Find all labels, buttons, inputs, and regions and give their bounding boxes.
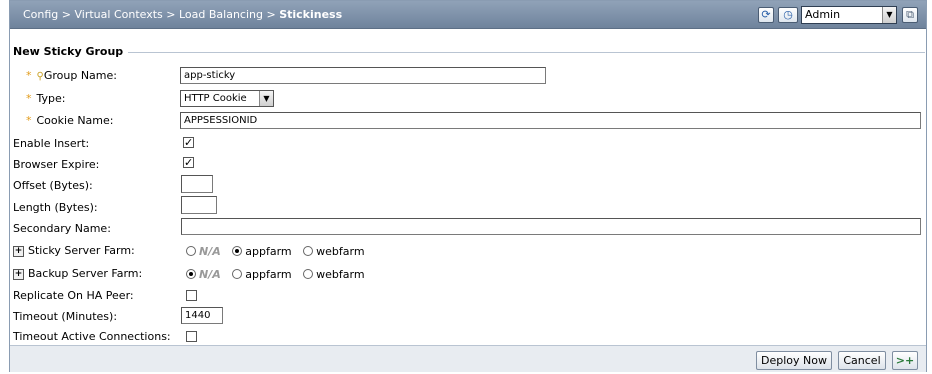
sticky-farm-appfarm-radio[interactable] xyxy=(232,246,243,256)
required-marker: * xyxy=(26,114,32,127)
legend-divider xyxy=(128,52,925,53)
enable-insert-checkbox[interactable]: ✓ xyxy=(183,137,194,148)
breadcrumb-current: Stickiness xyxy=(279,8,343,21)
sticky-farm-appfarm-label: appfarm xyxy=(245,244,292,258)
replicate-ha-checkbox[interactable] xyxy=(186,290,197,301)
chevron-down-icon: ▼ xyxy=(882,7,896,23)
type-select-value: HTTP Cookie xyxy=(184,93,247,104)
backup-server-farm-label: + Backup Server Farm: xyxy=(13,267,142,280)
sticky-server-farm-label: + Sticky Server Farm: xyxy=(13,244,135,257)
sticky-server-farm-radios: N/A appfarm webfarm xyxy=(186,244,373,258)
type-label-text: Type: xyxy=(36,92,66,105)
sticky-group-panel: Config > Virtual Contexts > Load Balanci… xyxy=(9,0,927,372)
expand-icon[interactable]: + xyxy=(13,268,24,280)
secondary-name-label: Secondary Name: xyxy=(13,222,111,235)
required-marker: * xyxy=(26,69,32,82)
context-select-value: Admin xyxy=(805,8,841,21)
type-label: * Type: xyxy=(26,92,65,105)
breadcrumb: Config > Virtual Contexts > Load Balanci… xyxy=(23,8,342,21)
refresh-icon[interactable]: ⟳ xyxy=(758,7,774,23)
sticky-server-farm-label-text: Sticky Server Farm: xyxy=(28,244,135,257)
expand-icon[interactable]: + xyxy=(13,245,24,257)
form-legend: New Sticky Group xyxy=(13,45,124,58)
action-bar: Deploy Now Cancel >+ xyxy=(10,345,926,372)
sticky-farm-webfarm-label: webfarm xyxy=(316,244,365,258)
backup-server-farm-radios: N/A appfarm webfarm xyxy=(186,267,373,281)
breadcrumb-path: Config > Virtual Contexts > Load Balanci… xyxy=(23,8,280,21)
title-bar: Config > Virtual Contexts > Load Balanci… xyxy=(10,1,926,29)
chevron-down-icon: ▼ xyxy=(259,91,273,106)
group-name-input[interactable]: app-sticky xyxy=(180,67,546,84)
group-name-label: * ⚲Group Name: xyxy=(26,69,117,82)
sticky-farm-webfarm-radio[interactable] xyxy=(303,246,314,256)
backup-farm-na-label: N/A xyxy=(199,267,221,281)
type-select[interactable]: HTTP Cookie ▼ xyxy=(180,90,274,107)
context-select[interactable]: Admin ▼ xyxy=(801,6,897,24)
backup-farm-webfarm-label: webfarm xyxy=(316,267,365,281)
sticky-farm-na-label: N/A xyxy=(199,244,221,258)
backup-farm-na-radio[interactable] xyxy=(186,269,196,279)
external-window-icon[interactable]: ⧉ xyxy=(902,7,918,23)
backup-farm-appfarm-radio[interactable] xyxy=(232,269,243,279)
cookie-name-label: * Cookie Name: xyxy=(26,114,114,127)
secondary-name-input[interactable] xyxy=(181,218,921,235)
sticky-farm-na-radio[interactable] xyxy=(186,246,196,256)
enable-insert-label: Enable Insert: xyxy=(13,137,90,150)
timeout-input[interactable]: 1440 xyxy=(181,307,223,324)
length-input[interactable] xyxy=(181,196,217,214)
timeout-active-checkbox[interactable] xyxy=(186,331,197,342)
key-icon: ⚲ xyxy=(36,71,44,82)
timeout-active-label: Timeout Active Connections: xyxy=(13,330,171,343)
cookie-name-input[interactable]: APPSESSIONID xyxy=(180,112,921,129)
deploy-now-button[interactable]: Deploy Now xyxy=(756,351,832,370)
timeout-label: Timeout (Minutes): xyxy=(13,310,118,323)
length-label: Length (Bytes): xyxy=(13,201,98,214)
replicate-ha-label: Replicate On HA Peer: xyxy=(13,289,134,302)
browser-expire-checkbox[interactable]: ✓ xyxy=(183,157,194,168)
backup-farm-appfarm-label: appfarm xyxy=(245,267,292,281)
cancel-button[interactable]: Cancel xyxy=(838,351,886,370)
browser-expire-label: Browser Expire: xyxy=(13,158,100,171)
offset-label: Offset (Bytes): xyxy=(13,179,93,192)
required-marker: * xyxy=(26,92,32,105)
next-button[interactable]: >+ xyxy=(892,351,918,370)
group-name-label-text: Group Name: xyxy=(43,69,117,82)
cookie-name-label-text: Cookie Name: xyxy=(36,114,114,127)
backup-server-farm-label-text: Backup Server Farm: xyxy=(28,267,143,280)
backup-farm-webfarm-radio[interactable] xyxy=(303,269,314,279)
offset-input[interactable] xyxy=(181,175,213,193)
clock-icon[interactable]: ◷ xyxy=(778,7,798,23)
